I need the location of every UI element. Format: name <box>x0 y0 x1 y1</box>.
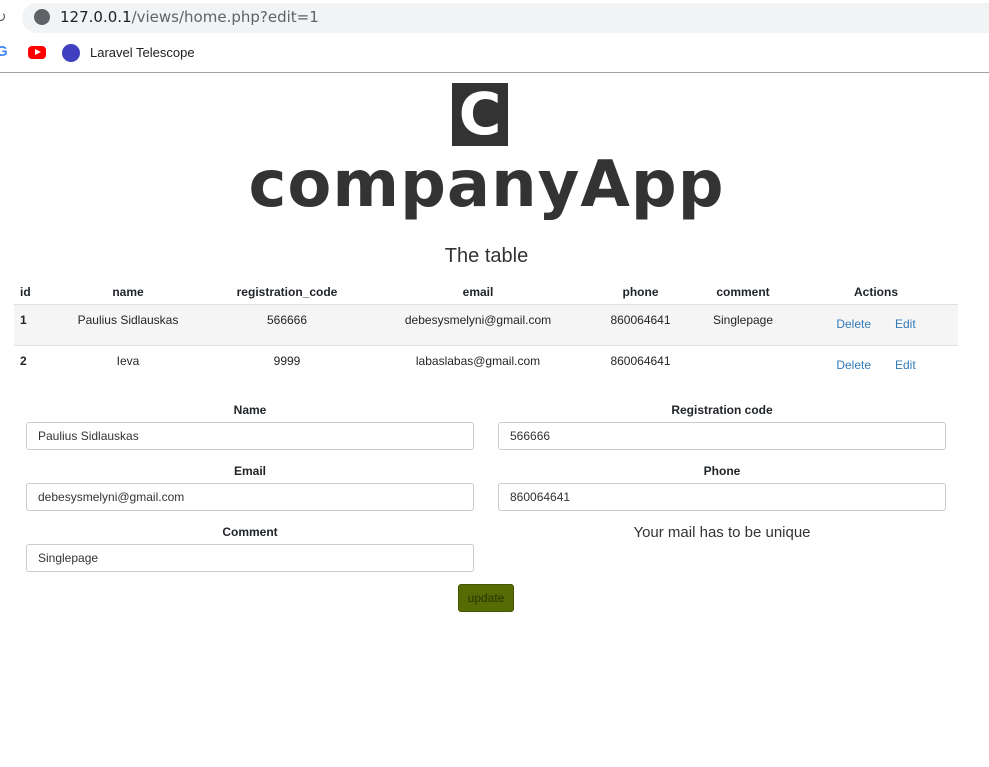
company-logo: C companyApp <box>238 78 735 240</box>
edit-link[interactable]: Edit <box>895 317 916 331</box>
cell-phone: 860064641 <box>589 344 692 386</box>
header-email: email <box>462 284 494 299</box>
youtube-icon[interactable] <box>28 46 46 59</box>
cell-email: labaslabas@gmail.com <box>367 344 589 386</box>
cell-name: Paulius Sidlauskas <box>49 303 207 345</box>
edit-link[interactable]: Edit <box>895 358 916 372</box>
phone-label: Phone <box>703 464 741 478</box>
header-comment: comment <box>716 284 770 299</box>
header-id: id <box>20 284 31 299</box>
name-input[interactable] <box>26 422 474 450</box>
phone-input[interactable] <box>498 483 946 511</box>
telescope-icon[interactable] <box>62 44 80 62</box>
toolbar-divider <box>0 72 989 73</box>
bookmark-laravel-telescope[interactable]: Laravel Telescope <box>90 45 195 60</box>
google-icon[interactable]: G <box>0 43 8 60</box>
header-name: name <box>112 284 144 299</box>
header-phone: phone <box>622 284 659 299</box>
logo-text: companyApp <box>248 148 725 222</box>
unique-mail-note: Your mail has to be unique <box>633 524 811 541</box>
cell-id: 1 <box>14 303 49 345</box>
cell-comment <box>692 344 794 386</box>
cell-actions: Delete Edit <box>794 303 958 345</box>
reload-icon[interactable]: ↻ <box>0 8 7 26</box>
table-header-row: id name registration_code email phone co… <box>14 280 958 304</box>
table-row: 1 Paulius Sidlauskas 566666 debesysmelyn… <box>14 303 958 345</box>
registration-code-label: Registration code <box>671 403 773 417</box>
delete-link[interactable]: Delete <box>836 358 871 372</box>
update-button[interactable]: update <box>458 584 514 612</box>
header-registration-code: registration_code <box>236 284 338 299</box>
cell-email: debesysmelyni@gmail.com <box>367 303 589 345</box>
delete-link[interactable]: Delete <box>836 317 871 331</box>
table-row: 2 Ieva 9999 labaslabas@gmail.com 8600646… <box>14 344 958 386</box>
registration-code-input[interactable] <box>498 422 946 450</box>
cell-registration-code: 9999 <box>207 344 367 386</box>
site-info-icon[interactable] <box>34 9 50 25</box>
comment-label: Comment <box>222 525 278 539</box>
url-path: /views/home.php?edit=1 <box>131 8 319 26</box>
email-label: Email <box>233 464 266 478</box>
cell-actions: Delete Edit <box>794 344 958 386</box>
cell-id: 2 <box>14 344 49 386</box>
name-label: Name <box>233 403 267 417</box>
companies-table: id name registration_code email phone co… <box>14 280 958 386</box>
email-input[interactable] <box>26 483 474 511</box>
cell-comment: Singlepage <box>692 303 794 345</box>
header-actions: Actions <box>853 284 898 299</box>
url-host: 127.0.0.1 <box>60 8 132 26</box>
cell-registration-code: 566666 <box>207 303 367 345</box>
page-title: The table <box>444 245 529 267</box>
url-text[interactable]: 127.0.0.1/views/home.php?edit=1 <box>60 8 319 26</box>
logo-letter: C <box>458 80 502 148</box>
cell-phone: 860064641 <box>589 303 692 345</box>
cell-name: Ieva <box>49 344 207 386</box>
comment-input[interactable] <box>26 544 474 572</box>
